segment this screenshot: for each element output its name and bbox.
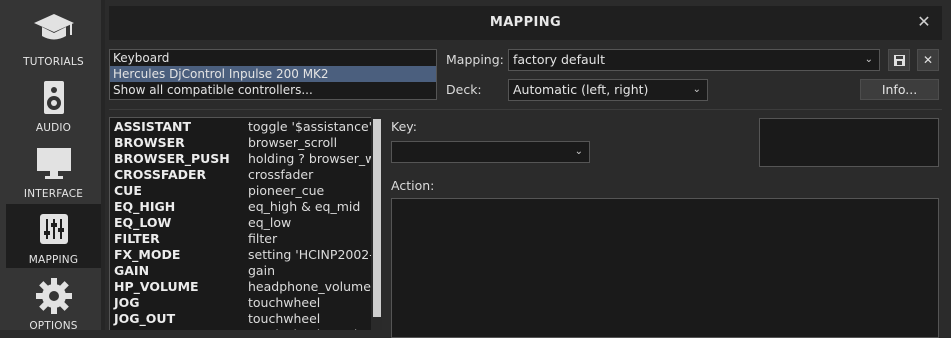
action-editor[interactable] (391, 198, 939, 338)
sidebar-item-label: AUDIO (35, 122, 72, 134)
binding-list: ASSISTANTtoggle '$assistance' & BROWSERb… (109, 117, 371, 330)
table-row[interactable]: EQ_LOW eq_low (110, 215, 371, 231)
close-icon[interactable]: ✕ (916, 12, 932, 32)
dialog-header: MAPPING ✕ (109, 6, 942, 40)
deck-select[interactable]: Automatic (left, right) ⌄ (508, 79, 708, 101)
table-row[interactable]: EQ_HIGH eq_high & eq_mid (110, 199, 371, 215)
divider (109, 109, 942, 110)
delete-mapping-button[interactable]: ✕ (917, 49, 939, 71)
info-button[interactable]: Info... (860, 79, 939, 100)
close-icon: ✕ (922, 53, 934, 67)
gear-icon (6, 276, 101, 316)
table-row[interactable]: BROWSER browser_scroll (110, 135, 371, 151)
sidebar-item-label: MAPPING (28, 254, 79, 266)
table-row[interactable]: BROWSER_PUSH holding ? browser_wi (110, 151, 371, 167)
table-row[interactable]: ASSISTANTtoggle '$assistance' & (110, 119, 371, 135)
sidebar-item-label: OPTIONS (29, 320, 78, 332)
table-row[interactable]: FILTER filter (110, 231, 371, 247)
scrollbar-thumb[interactable] (373, 119, 381, 317)
graduation-cap-icon (6, 8, 101, 48)
sidebar: TUTORIALS AUDIO INTERFACE MAPPING OPTION… (0, 0, 101, 332)
sidebar-divider (101, 0, 105, 330)
chevron-down-icon: ⌄ (864, 54, 873, 65)
controller-item-selected[interactable]: Hercules DjControl Inpulse 200 MK2 (110, 66, 436, 82)
table-row[interactable]: HP_VOLUME headphone_volume (110, 279, 371, 295)
sidebar-item-label: TUTORIALS (23, 56, 84, 68)
page-title: MAPPING (489, 15, 562, 30)
chevron-down-icon: ⌄ (574, 146, 583, 157)
mapping-label: Mapping: (446, 52, 504, 67)
table-row[interactable]: JOG_OUT touchwheel (110, 311, 371, 327)
key-preview-panel (759, 118, 939, 167)
controller-item[interactable]: Show all compatible controllers... (110, 82, 436, 98)
key-label: Key: (391, 119, 417, 134)
mapping-value: factory default (513, 52, 605, 67)
sidebar-item-interface[interactable]: INTERFACE (6, 138, 101, 202)
action-label: Action: (391, 178, 435, 193)
controller-item[interactable]: Keyboard (110, 50, 436, 66)
chevron-down-icon: ⌄ (692, 84, 701, 95)
key-select[interactable]: ⌄ (391, 141, 590, 163)
speaker-icon (6, 78, 101, 118)
sidebar-item-mapping[interactable]: MAPPING (6, 204, 101, 268)
sidebar-item-tutorials[interactable]: TUTORIALS (6, 2, 101, 68)
sliders-icon (6, 210, 101, 250)
table-row[interactable]: JOG touchwheel (110, 295, 371, 311)
save-icon (893, 55, 905, 66)
table-row[interactable]: GAIN gain (110, 263, 371, 279)
monitor-icon (6, 144, 101, 184)
sidebar-item-options[interactable]: OPTIONS (6, 270, 101, 334)
sidebar-item-label: INTERFACE (23, 188, 84, 200)
controller-list: Keyboard Hercules DjControl Inpulse 200 … (109, 49, 437, 100)
table-row[interactable]: FX_MODE setting 'HCINP2002-F (110, 247, 371, 263)
table-row[interactable]: CUE pioneer_cue (110, 183, 371, 199)
mapping-select[interactable]: factory default ⌄ (508, 49, 880, 71)
save-mapping-button[interactable] (888, 49, 910, 71)
deck-label: Deck: (446, 82, 482, 97)
sidebar-item-audio[interactable]: AUDIO (6, 72, 101, 136)
table-row[interactable]: CROSSFADER crossfader (110, 167, 371, 183)
deck-value: Automatic (left, right) (513, 82, 649, 97)
